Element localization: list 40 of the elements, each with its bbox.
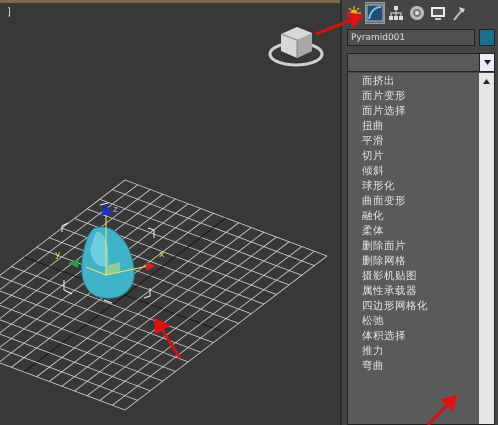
modifier-item[interactable]: 球形化 bbox=[362, 179, 479, 194]
modifier-list-dropdown[interactable] bbox=[347, 53, 495, 72]
modifier-item[interactable]: 柔体 bbox=[362, 224, 479, 239]
caret-icon bbox=[484, 60, 490, 65]
scroll-up-icon[interactable] bbox=[483, 79, 490, 84]
modifier-item[interactable]: 摄影机贴图 bbox=[362, 269, 479, 284]
modifier-item[interactable]: 体积选择 bbox=[362, 329, 479, 344]
disc-icon bbox=[408, 4, 426, 22]
viewcube-icon bbox=[268, 27, 324, 66]
modifier-item[interactable]: 四边形网格化 bbox=[362, 299, 479, 314]
object-color-swatch[interactable] bbox=[479, 29, 495, 46]
modifier-item[interactable]: 融化 bbox=[362, 209, 479, 224]
modifier-item[interactable]: 平滑 bbox=[362, 134, 479, 149]
hierarchy-icon bbox=[387, 4, 405, 22]
modifier-item[interactable]: 松弛 bbox=[362, 314, 479, 329]
modifier-item[interactable]: 推力 bbox=[362, 344, 479, 359]
modifier-item[interactable]: 曲面变形 bbox=[362, 194, 479, 209]
panel-tab[interactable] bbox=[366, 3, 384, 23]
axis-label: z bbox=[113, 205, 118, 215]
modifier-item[interactable]: 面挤出 bbox=[362, 74, 479, 89]
axis-label: x bbox=[159, 250, 164, 260]
scrollbar[interactable] bbox=[479, 73, 494, 424]
monitor-icon bbox=[429, 4, 447, 22]
panel-tab[interactable] bbox=[387, 3, 405, 23]
panel-tab[interactable] bbox=[408, 3, 426, 23]
modifier-item[interactable]: 面片变形 bbox=[362, 89, 479, 104]
annotation-arrow bbox=[154, 317, 182, 359]
modifier-item[interactable]: 切片 bbox=[362, 149, 479, 164]
viewport-label[interactable]: ] bbox=[7, 7, 11, 18]
modifier-item[interactable]: 倾斜 bbox=[362, 164, 479, 179]
modifier-item[interactable]: 属性承载器 bbox=[362, 284, 479, 299]
dropdown-button[interactable] bbox=[479, 54, 494, 71]
modifier-item[interactable]: 面片选择 bbox=[362, 104, 479, 119]
curve-icon bbox=[366, 4, 384, 22]
modifier-item[interactable]: 删除网格 bbox=[362, 254, 479, 269]
modifier-item[interactable]: 删除面片 bbox=[362, 239, 479, 254]
annotation-arrow bbox=[426, 394, 458, 425]
object-name-field[interactable]: Pyramid001 bbox=[347, 29, 475, 46]
modifier-item[interactable]: 弯曲 bbox=[362, 359, 479, 374]
modifier-item[interactable]: 扭曲 bbox=[362, 119, 479, 134]
